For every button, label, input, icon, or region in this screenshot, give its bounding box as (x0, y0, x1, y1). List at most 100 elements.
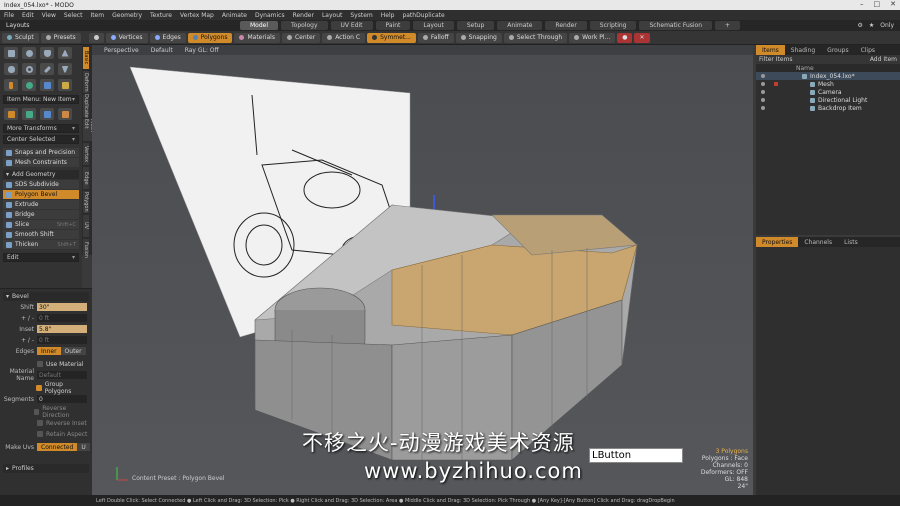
profiles-header[interactable]: ▸ Profiles (3, 464, 89, 473)
torus-icon[interactable] (22, 63, 36, 75)
properties-tab-lists[interactable]: Lists (838, 237, 864, 247)
visibility-eye-icon[interactable] (761, 98, 765, 102)
cone-icon[interactable] (58, 47, 72, 59)
vtab-basic[interactable]: Basic (83, 47, 89, 69)
vtab-edge[interactable]: Edge (83, 167, 89, 189)
action-center-button[interactable]: Action C (322, 32, 366, 43)
tool-sds-subdivide[interactable]: SDS Subdivide (3, 180, 79, 189)
menu-item-render[interactable]: Render (293, 12, 314, 19)
menu-item-layout[interactable]: Layout (322, 12, 342, 19)
center-selected-dropdown[interactable]: Center Selected (3, 135, 79, 144)
menu-item-view[interactable]: View (42, 12, 56, 19)
segments-field[interactable]: 0 (37, 395, 87, 403)
reverse-direction-checkbox[interactable] (33, 409, 40, 415)
sculpt-button[interactable]: Sculpt (2, 32, 39, 43)
tree-item-index-054-lxo-[interactable]: Index_054.lxo* (756, 72, 900, 80)
menu-item-select[interactable]: Select (64, 12, 83, 19)
edges-inner-option[interactable]: Inner (37, 347, 61, 355)
tool-extrude[interactable]: Extrude (3, 200, 79, 209)
items-tab-items[interactable]: Items (756, 45, 785, 55)
visibility-eye-icon[interactable] (761, 82, 765, 86)
presets-button[interactable]: Presets (40, 32, 81, 43)
gear-icon[interactable]: ⚙ (857, 22, 862, 29)
select-mode-auto[interactable] (88, 32, 104, 43)
cylinder-icon[interactable] (40, 47, 54, 59)
visibility-eye-icon[interactable] (761, 74, 765, 78)
use-material-checkbox[interactable] (37, 361, 43, 367)
menu-item-help[interactable]: Help (381, 12, 395, 19)
add-layout-button[interactable]: + (715, 21, 741, 30)
group-polygons-checkbox[interactable] (35, 385, 42, 391)
rotate-icon[interactable] (22, 79, 36, 91)
edges-button[interactable]: Edges (149, 32, 186, 43)
layout-tab-topology[interactable]: Topology (281, 21, 328, 30)
tool-thicken[interactable]: Thicken Shift+T (3, 240, 79, 249)
center-button[interactable]: Center (281, 32, 321, 43)
material-name-field[interactable]: Default (37, 371, 87, 379)
inset-sub-field[interactable]: 0 ft (37, 336, 87, 344)
filter-items-dropdown[interactable]: Filter Items (759, 56, 793, 63)
vtab-deform[interactable]: Deform (83, 71, 89, 93)
lock-icon[interactable] (774, 82, 778, 86)
layout-tab-model[interactable]: Model (240, 21, 279, 30)
vtab-duplicate[interactable]: Duplicate (83, 94, 89, 118)
tree-item-backdrop-item[interactable]: Backdrop Item (756, 104, 900, 112)
visibility-eye-icon[interactable] (761, 106, 765, 110)
sphere-icon[interactable] (22, 47, 36, 59)
tool-bridge[interactable]: Bridge (3, 210, 79, 219)
transform-arrows-icon[interactable] (58, 108, 72, 120)
inset-field[interactable]: 5.8" (37, 325, 87, 333)
stop-button[interactable]: ✕ (634, 32, 650, 43)
tool-slice[interactable]: Slice Shift+C (3, 220, 79, 229)
capsule-icon[interactable] (4, 63, 18, 75)
vtab-vertex[interactable]: Vertex (83, 143, 89, 165)
edit-dropdown[interactable]: Edit (3, 253, 79, 262)
vtab-uv[interactable]: UV (83, 215, 89, 237)
text-icon[interactable] (58, 63, 72, 75)
items-tab-clips[interactable]: Clips (855, 45, 881, 55)
move-arrows-icon[interactable] (4, 108, 18, 120)
scale-arrows-icon[interactable] (40, 108, 54, 120)
layout-tab-schematic-fusion[interactable]: Schematic Fusion (639, 21, 713, 30)
tool-polygon-bevel[interactable]: Polygon Bevel (3, 190, 79, 199)
menu-item-dynamics[interactable]: Dynamics (255, 12, 285, 19)
layout-tab-setup[interactable]: Setup (456, 21, 495, 30)
make-uvs-u[interactable]: U (77, 443, 90, 451)
view-type-dropdown[interactable]: Perspective (104, 47, 139, 54)
layout-tab-animate[interactable]: Animate (497, 21, 543, 30)
more-transforms-dropdown[interactable]: More Transforms (3, 124, 79, 133)
scale-icon[interactable] (40, 79, 54, 91)
shift-field[interactable]: 30" (37, 303, 87, 311)
shift-sub-field[interactable]: 0 ft (37, 314, 87, 322)
menu-item-pathduplicate[interactable]: pathDuplicate (402, 12, 444, 19)
menu-item-geometry[interactable]: Geometry (112, 12, 142, 19)
vtab-polygon[interactable]: Polygon (83, 191, 89, 213)
menu-item-vertex-map[interactable]: Vertex Map (180, 12, 214, 19)
select-through-button[interactable]: Select Through (503, 32, 568, 43)
menu-item-texture[interactable]: Texture (150, 12, 172, 19)
minimize-button[interactable]: – (860, 0, 864, 8)
work-plane-button[interactable]: Work Pl... (569, 32, 616, 43)
tree-item-directional-light[interactable]: Directional Light (756, 96, 900, 104)
3d-viewport[interactable]: Perspective Default Ray GL: Off 不移之火-动漫游… (92, 45, 753, 495)
transform-icon[interactable] (58, 79, 72, 91)
layout-tab-paint[interactable]: Paint (375, 21, 411, 30)
snaps-precision[interactable]: Snaps and Precision (3, 148, 79, 157)
materials-button[interactable]: Materials (234, 32, 280, 43)
menu-item-item[interactable]: Item (90, 12, 104, 19)
layout-tab-render[interactable]: Render (545, 21, 587, 30)
layout-tab-uv-edit[interactable]: UV Edit (330, 21, 373, 30)
menu-item-edit[interactable]: Edit (22, 12, 34, 19)
vertices-button[interactable]: Vertices (105, 32, 148, 43)
layout-tab-layout[interactable]: Layout (413, 21, 454, 30)
visibility-eye-icon[interactable] (761, 90, 765, 94)
add-item-button[interactable]: Add Item (870, 56, 897, 63)
add-geometry-header[interactable]: ▾ Add Geometry (3, 170, 79, 179)
polygons-button[interactable]: Polygons (187, 32, 233, 43)
maximize-button[interactable]: □ (874, 0, 881, 8)
retain-aspect-checkbox[interactable] (37, 431, 43, 437)
shading-dropdown[interactable]: Default (151, 47, 173, 54)
item-menu-dropdown[interactable]: Item Menu: New Item (3, 95, 79, 104)
move-icon[interactable] (4, 79, 18, 91)
pen-icon[interactable] (40, 63, 54, 75)
